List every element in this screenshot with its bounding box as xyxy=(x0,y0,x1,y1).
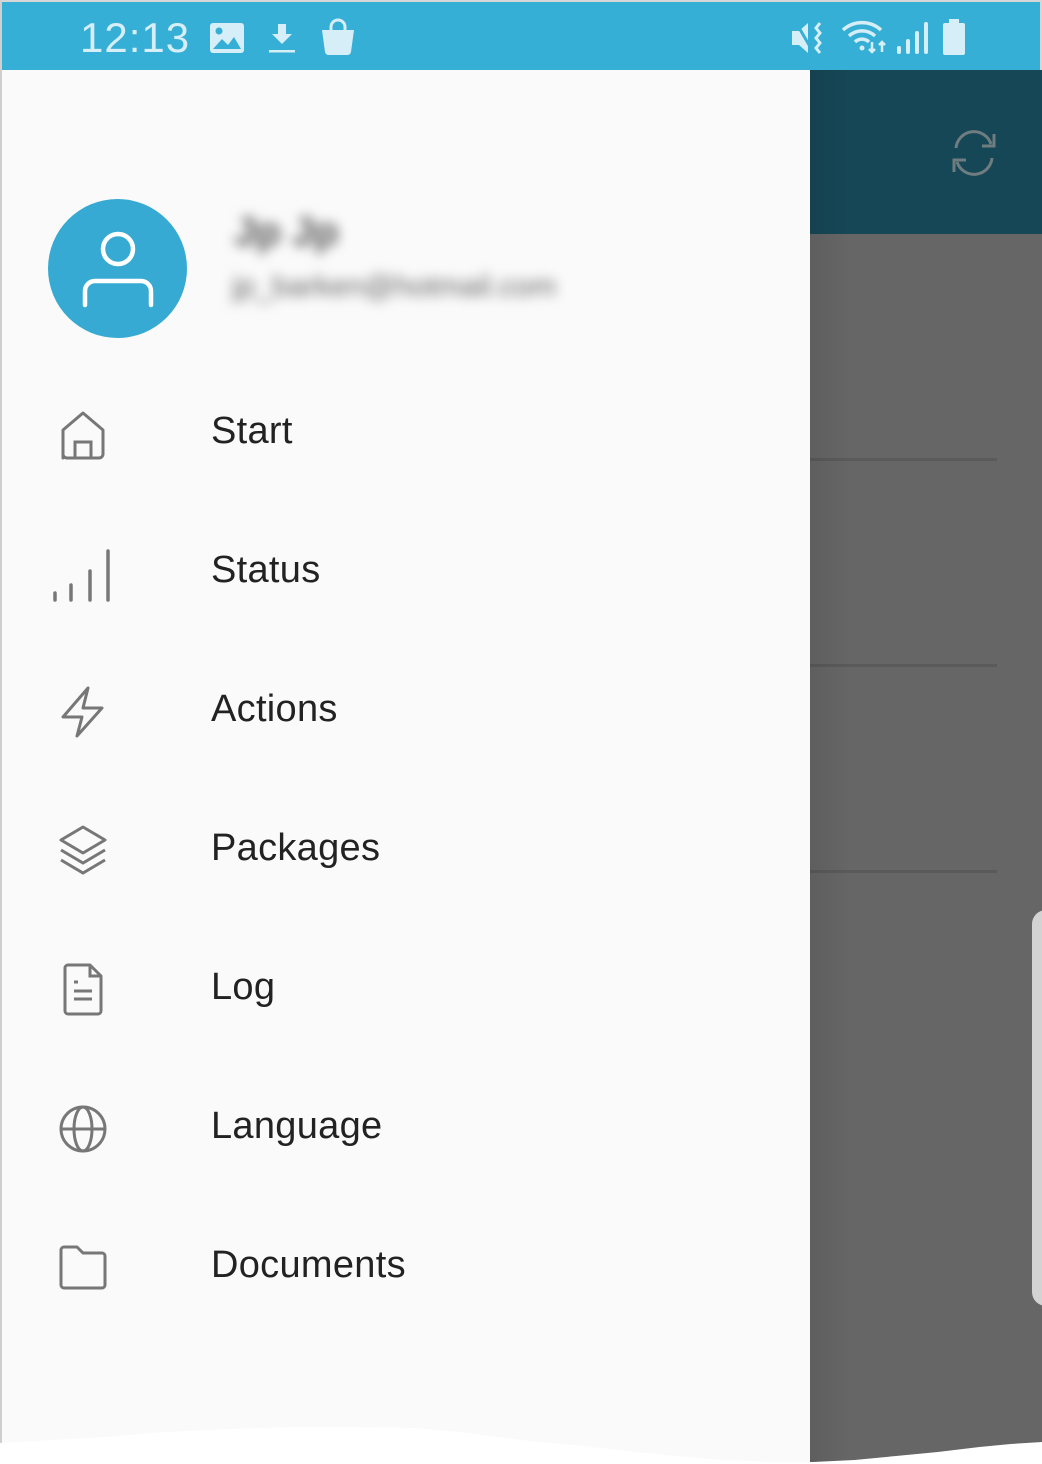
avatar[interactable] xyxy=(48,199,187,338)
lightning-icon xyxy=(52,684,114,740)
vibrate-mute-icon xyxy=(790,20,830,56)
edge-panel-handle[interactable] xyxy=(1032,910,1042,1306)
menu-item-documents[interactable]: Documents xyxy=(2,1196,810,1335)
image-icon xyxy=(209,22,245,54)
menu-item-status[interactable]: Status xyxy=(2,501,810,640)
menu-item-log[interactable]: Log xyxy=(2,918,810,1057)
menu-label: Documents xyxy=(211,1244,406,1286)
document-icon xyxy=(52,962,114,1018)
refresh-icon[interactable] xyxy=(948,130,1000,176)
user-name: Jp Jp xyxy=(234,210,339,254)
menu-label: Language xyxy=(211,1105,383,1147)
menu-item-actions[interactable]: Actions xyxy=(2,640,810,779)
shopping-bag-icon xyxy=(320,18,356,56)
menu-label: Packages xyxy=(211,827,381,869)
signal-bars-icon xyxy=(52,537,114,605)
phone-screen: 12:13 Jp Jp jp_barken@hotmail.com Start … xyxy=(0,0,1042,1462)
download-icon xyxy=(268,22,296,54)
drawer-shadow xyxy=(810,70,850,1462)
battery-icon xyxy=(940,18,968,56)
menu-label: Log xyxy=(211,966,276,1008)
navigation-drawer: Jp Jp jp_barken@hotmail.com Start Status… xyxy=(2,70,810,1462)
user-email: jp_barken@hotmail.com xyxy=(232,270,556,303)
status-time: 12:13 xyxy=(80,14,191,61)
home-icon xyxy=(52,406,114,462)
menu-label: Start xyxy=(211,410,293,452)
menu-item-start[interactable]: Start xyxy=(2,362,810,501)
cellular-signal-icon xyxy=(895,20,929,56)
menu-label: Status xyxy=(211,549,321,591)
layers-icon xyxy=(52,823,114,879)
drawer-menu: Start Status Actions Packages Log Langua… xyxy=(2,362,810,1335)
status-bar: 12:13 xyxy=(2,2,1040,70)
user-icon xyxy=(80,229,156,309)
menu-item-language[interactable]: Language xyxy=(2,1057,810,1196)
globe-icon xyxy=(52,1101,114,1157)
menu-label: Actions xyxy=(211,688,338,730)
menu-item-packages[interactable]: Packages xyxy=(2,779,810,918)
folder-icon xyxy=(52,1240,114,1296)
wifi-icon xyxy=(840,20,890,56)
